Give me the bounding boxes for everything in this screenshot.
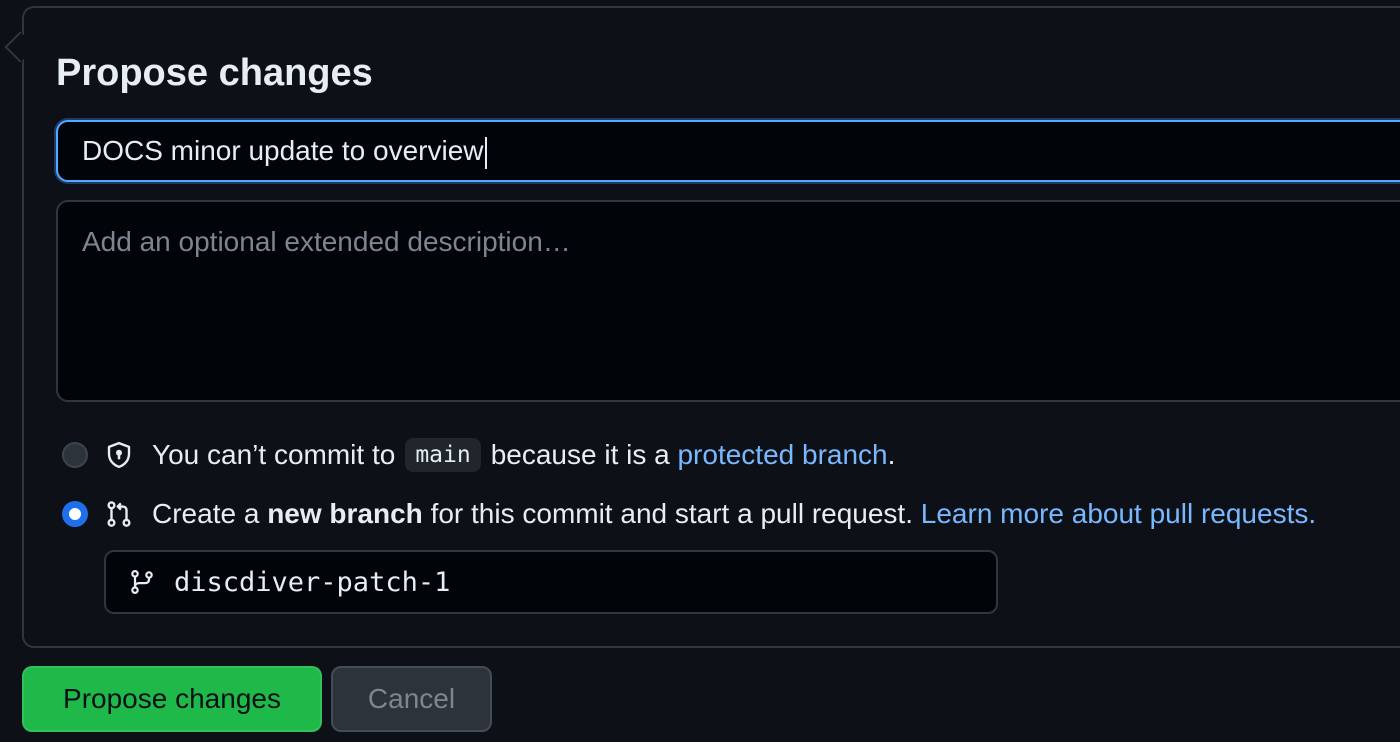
branch-name-input[interactable]: discdiver-patch-1: [104, 550, 998, 614]
direct-commit-text-after: because it is a: [490, 439, 670, 470]
protected-branch-link[interactable]: protected branch: [677, 439, 887, 471]
commit-summary-input[interactable]: DOCS minor update to overview: [56, 120, 1400, 182]
option-new-branch: Create a new branch for this commit and …: [62, 492, 1316, 536]
commit-description-input[interactable]: Add an optional extended description…: [56, 200, 1400, 402]
new-branch-radio[interactable]: [62, 501, 88, 527]
direct-commit-period: .: [887, 439, 896, 470]
protected-branch-name: main: [405, 438, 481, 472]
learn-more-pull-requests-link[interactable]: Learn more about pull requests.: [921, 498, 1316, 530]
page-title: Propose changes: [56, 52, 373, 94]
new-branch-text-before: Create a: [152, 498, 260, 529]
option-direct-commit: You can’t commit to main because it is a…: [62, 433, 895, 477]
branch-name-value: discdiver-patch-1: [174, 566, 451, 598]
git-pull-request-icon: [107, 501, 131, 527]
description-placeholder: Add an optional extended description…: [82, 226, 571, 257]
cancel-button[interactable]: Cancel: [331, 666, 492, 732]
direct-commit-text-before: You can’t commit to: [152, 439, 396, 470]
propose-changes-button[interactable]: Propose changes: [22, 666, 322, 732]
new-branch-text-after: for this commit and start a pull request…: [430, 498, 913, 529]
new-branch-bold: new branch: [267, 498, 423, 529]
shield-lock-icon: [107, 441, 131, 469]
commit-summary-value: DOCS minor update to overview: [82, 135, 484, 166]
git-branch-icon: [131, 570, 153, 594]
text-cursor: [484, 136, 487, 169]
direct-commit-radio[interactable]: [62, 442, 88, 468]
